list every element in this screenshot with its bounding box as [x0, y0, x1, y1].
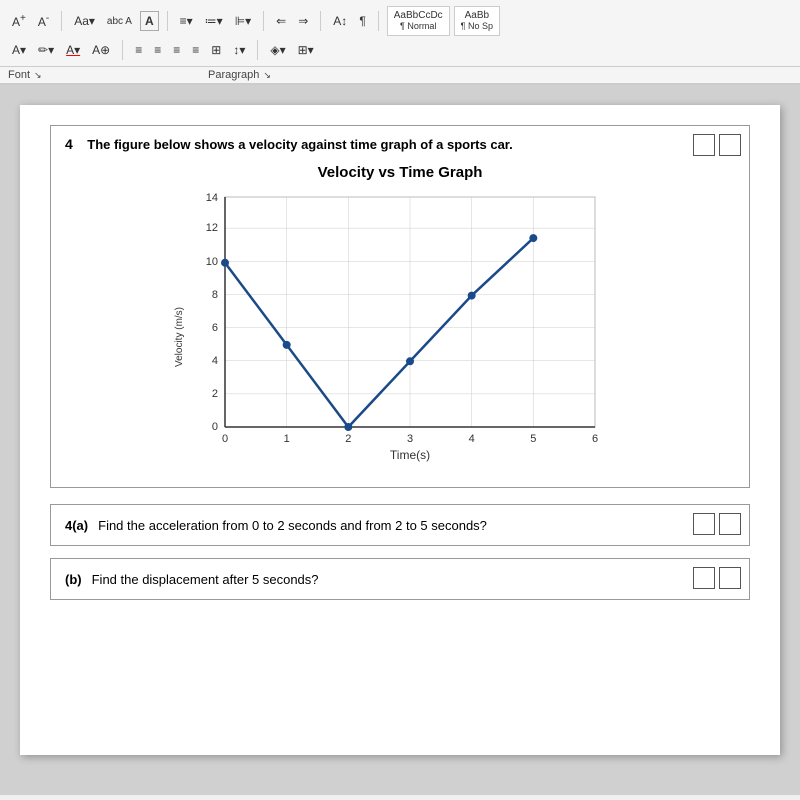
svg-text:Velocity (m/s): Velocity (m/s) — [174, 307, 185, 367]
shading-button[interactable]: ◈▾ — [266, 41, 289, 59]
svg-text:5: 5 — [530, 433, 536, 445]
separator4 — [320, 11, 321, 31]
pen-button[interactable]: ✏▾ — [34, 41, 58, 59]
question-number: 4 — [65, 136, 73, 152]
svg-text:6: 6 — [212, 322, 218, 334]
justify-button[interactable]: ≡ — [188, 41, 203, 59]
text-effects-button[interactable]: abc A — [103, 14, 136, 29]
decrease-indent-button[interactable]: ⇐ — [272, 12, 290, 30]
svg-text:6: 6 — [592, 433, 598, 445]
sub-b-answer-boxes — [693, 567, 741, 589]
page: 4 The figure below shows a velocity agai… — [20, 105, 780, 755]
svg-text:Time(s): Time(s) — [390, 448, 430, 462]
chart-title: Velocity vs Time Graph — [65, 164, 735, 181]
line-spacing-button[interactable]: ↕▾ — [229, 41, 249, 59]
font-dialog-launcher[interactable]: ↘ — [34, 70, 42, 81]
highlight-button[interactable]: A▾ — [8, 41, 30, 59]
toolbar: A+ A- Aa▾ abc A A ≡▾ ≔▾ ⊫▾ ⇐ ⇒ A↕ ¶ AaBb… — [0, 0, 800, 67]
sub-b-answer-box-1[interactable] — [693, 567, 715, 589]
ribbon-labels: Font ↘ Paragraph ↘ — [0, 67, 800, 85]
toolbar-row2: A▾ ✏▾ A▾ A⊕ ≡ ≡ ≡ ≡ ⊞ ↕▾ ◈▾ ⊞▾ — [8, 38, 792, 62]
sub-question-a-block: 4(a) Find the acceleration from 0 to 2 s… — [50, 504, 750, 546]
sub-q-b-text: Find the displacement after 5 seconds? — [92, 572, 319, 587]
svg-text:3: 3 — [407, 433, 413, 445]
separator2 — [167, 11, 168, 31]
question-text: The figure below shows a velocity agains… — [87, 137, 513, 152]
pilcrow-button[interactable]: ¶ — [355, 12, 369, 30]
svg-text:1: 1 — [284, 433, 290, 445]
separator5 — [378, 11, 379, 31]
align-left-button[interactable]: ≡ — [131, 41, 146, 59]
sub-q-a-text: Find the acceleration from 0 to 2 second… — [98, 518, 487, 533]
style-nospace-button[interactable]: AaBb¶ No Sp — [454, 6, 500, 36]
font-shrink-button[interactable]: A- — [34, 11, 53, 31]
align-right-button[interactable]: ≡ — [169, 41, 184, 59]
sub-question-b-block: (b) Find the displacement after 5 second… — [50, 558, 750, 600]
answer-boxes — [693, 134, 741, 156]
svg-text:10: 10 — [206, 256, 218, 268]
numbered-list-button[interactable]: ≔▾ — [201, 12, 227, 30]
sub-a-answer-boxes — [693, 513, 741, 535]
svg-text:4: 4 — [469, 433, 475, 445]
chart-container: Velocity vs Time Graph — [65, 164, 735, 477]
separator1 — [61, 11, 62, 31]
svg-text:2: 2 — [345, 433, 351, 445]
sub-a-answer-box-1[interactable] — [693, 513, 715, 535]
borders-button[interactable]: ⊞▾ — [294, 41, 318, 59]
paragraph-dialog-launcher[interactable]: ↘ — [263, 70, 271, 81]
increase-indent-button[interactable]: ⇒ — [294, 12, 312, 30]
text-bg-button[interactable]: A⊕ — [88, 41, 114, 59]
toolbar-row1: A+ A- Aa▾ abc A A ≡▾ ≔▾ ⊫▾ ⇐ ⇒ A↕ ¶ AaBb… — [8, 4, 792, 38]
align-center-button[interactable]: ≡ — [150, 41, 165, 59]
answer-box-1[interactable] — [693, 134, 715, 156]
sub-q-a-label: 4(a) — [65, 518, 88, 533]
multilevel-list-button[interactable]: ⊫▾ — [231, 12, 255, 30]
page-area: 4 The figure below shows a velocity agai… — [0, 85, 800, 795]
sub-q-b-label: (b) — [65, 572, 82, 587]
sub-b-answer-box-2[interactable] — [719, 567, 741, 589]
sub-a-answer-box-2[interactable] — [719, 513, 741, 535]
list-button[interactable]: ≡▾ — [176, 12, 197, 30]
answer-box-2[interactable] — [719, 134, 741, 156]
clear-format-button[interactable]: A — [140, 11, 159, 31]
separator6 — [122, 40, 123, 60]
svg-text:0: 0 — [212, 421, 218, 433]
paragraph-section-label: Paragraph — [208, 69, 259, 81]
velocity-time-chart: 0 2 4 6 8 10 12 14 0 1 2 3 4 5 6 — [170, 187, 630, 477]
font-color-button[interactable]: A▾ — [62, 41, 84, 59]
style-normal-button[interactable]: AaBbCcDc¶ Normal — [387, 6, 450, 36]
svg-text:4: 4 — [212, 355, 218, 367]
separator3 — [263, 11, 264, 31]
separator7 — [257, 40, 258, 60]
svg-text:0: 0 — [222, 433, 228, 445]
svg-text:2: 2 — [212, 388, 218, 400]
font-section-label: Font — [8, 69, 30, 81]
change-case-button[interactable]: Aa▾ — [70, 12, 99, 30]
font-grow-button[interactable]: A+ — [8, 11, 30, 31]
svg-text:14: 14 — [206, 192, 218, 204]
svg-text:8: 8 — [212, 289, 218, 301]
question-4-block: 4 The figure below shows a velocity agai… — [50, 125, 750, 488]
columns-button[interactable]: ⊞ — [207, 41, 225, 59]
svg-text:12: 12 — [206, 222, 218, 234]
sort-button[interactable]: A↕ — [329, 12, 351, 30]
